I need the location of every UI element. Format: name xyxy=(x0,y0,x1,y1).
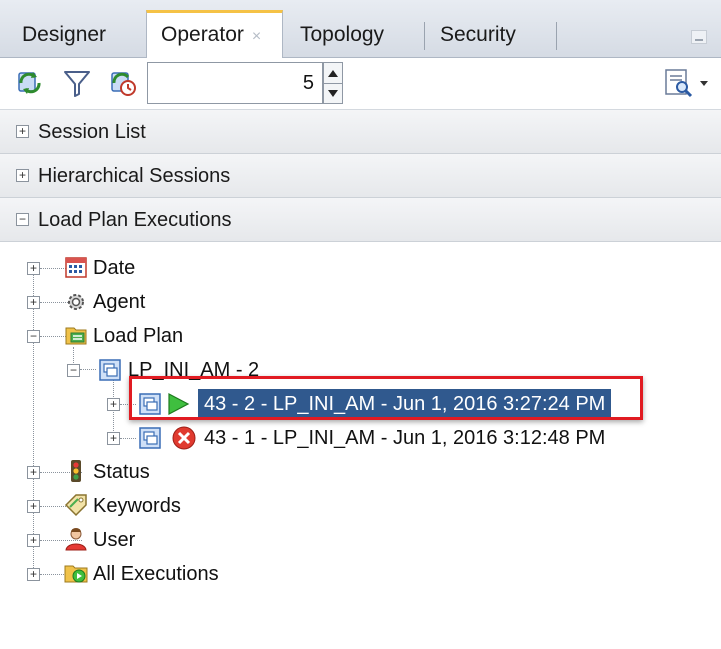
minimize-button[interactable] xyxy=(691,30,707,44)
tree-node-load-plan[interactable]: − Load Plan xyxy=(0,320,300,352)
expand-icon[interactable]: + xyxy=(107,432,120,445)
tree-node-user[interactable]: + User xyxy=(0,524,300,556)
expand-icon[interactable]: + xyxy=(27,500,40,513)
tree-node-agent[interactable]: + Agent xyxy=(0,286,300,318)
accordion-label: Load Plan Executions xyxy=(38,209,232,231)
expand-icon[interactable]: + xyxy=(27,262,40,275)
expand-icon: + xyxy=(16,169,29,182)
expand-icon[interactable]: + xyxy=(27,296,40,309)
search-icon xyxy=(665,69,693,98)
spin-up-button[interactable] xyxy=(324,63,342,84)
accordion-load-plan-executions[interactable]: − Load Plan Executions xyxy=(0,198,721,242)
tree-node-all-executions[interactable]: + All Executions xyxy=(0,558,300,590)
tag-icon xyxy=(64,494,87,517)
tree-node-keywords[interactable]: + Keywords xyxy=(0,490,300,522)
arrow-up-icon xyxy=(328,69,338,77)
chevron-down-icon xyxy=(700,81,708,86)
collapse-icon[interactable]: − xyxy=(27,330,40,343)
expand-icon: + xyxy=(16,125,29,138)
load-plan-executions-tree: + Date + Agent − Load Plan − LP_INI_AM -… xyxy=(0,240,721,649)
user-icon xyxy=(65,528,87,551)
expand-icon[interactable]: + xyxy=(107,398,120,411)
expand-icon[interactable]: + xyxy=(27,568,40,581)
toolbar xyxy=(0,58,721,110)
load-plan-icon xyxy=(65,327,87,345)
calendar-icon xyxy=(65,257,87,278)
expand-icon[interactable]: + xyxy=(27,466,40,479)
gear-icon xyxy=(68,294,84,310)
spin-down-button[interactable] xyxy=(324,83,342,103)
tab-separator xyxy=(556,22,557,50)
tree-node-execution-43-1[interactable]: + 43 - 1 - LP_INI_AM - Jun 1, 2016 3:12:… xyxy=(0,422,660,454)
tab-topology[interactable]: Topology xyxy=(286,12,398,58)
arrow-down-icon xyxy=(328,89,338,97)
auto-refresh-icon[interactable] xyxy=(107,66,139,100)
rows-count-stepper[interactable] xyxy=(323,62,343,104)
refresh-icon[interactable] xyxy=(14,66,46,100)
rows-count-input[interactable] xyxy=(147,62,323,104)
accordion-label: Hierarchical Sessions xyxy=(38,165,231,187)
tab-security[interactable]: Security xyxy=(426,12,530,58)
tab-operator[interactable]: Operator × xyxy=(146,10,283,59)
tree-node-status[interactable]: + Status xyxy=(0,456,300,488)
highlight-annotation xyxy=(129,376,643,420)
traffic-light-icon xyxy=(71,460,81,482)
error-icon xyxy=(172,426,196,450)
tab-bar: Designer Operator × Topology Security xyxy=(0,0,721,59)
tab-separator xyxy=(424,22,425,50)
tree-node-date[interactable]: + Date xyxy=(0,252,300,284)
collapse-icon: − xyxy=(16,213,29,226)
filter-icon[interactable] xyxy=(61,66,93,100)
tab-designer[interactable]: Designer xyxy=(8,12,120,58)
expand-icon[interactable]: + xyxy=(27,534,40,547)
accordion-hierarchical-sessions[interactable]: + Hierarchical Sessions xyxy=(0,154,721,198)
load-plan-instance-icon xyxy=(99,359,121,381)
accordion-session-list[interactable]: + Session List xyxy=(0,110,721,154)
execution-icon xyxy=(139,427,161,449)
accordion-label: Session List xyxy=(38,121,146,143)
close-icon[interactable]: × xyxy=(252,28,261,45)
search-menu-button[interactable] xyxy=(662,66,714,100)
collapse-icon[interactable]: − xyxy=(67,364,80,377)
folder-play-icon xyxy=(64,565,88,583)
